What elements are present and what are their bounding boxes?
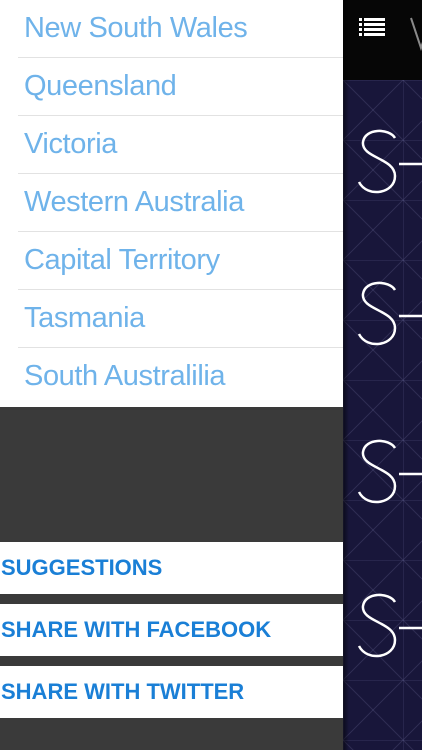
state-item-capital-territory[interactable]: Capital Territory — [18, 232, 343, 290]
header-bar — [343, 0, 422, 80]
s-icon[interactable] — [355, 584, 422, 674]
share-facebook-button[interactable]: SHARE WITH FACEBOOK — [0, 604, 343, 656]
state-item-new-south-wales[interactable]: New South Wales — [18, 0, 343, 58]
state-item-western-australia[interactable]: Western Australia — [18, 174, 343, 232]
app-title-logo — [410, 17, 422, 52]
drawer-shadow — [343, 0, 349, 750]
state-item-victoria[interactable]: Victoria — [18, 116, 343, 174]
s-icon[interactable] — [355, 272, 422, 362]
state-item-south-australia[interactable]: South Australilia — [18, 348, 343, 406]
s-icon[interactable] — [355, 120, 422, 210]
state-item-tasmania[interactable]: Tasmania — [18, 290, 343, 348]
app-screen: New South Wales Queensland Victoria West… — [0, 0, 422, 750]
list-menu-icon[interactable] — [359, 18, 385, 36]
suggestions-button[interactable]: SUGGESTIONS — [0, 542, 343, 594]
state-list: New South Wales Queensland Victoria West… — [0, 0, 343, 407]
s-icon[interactable] — [355, 430, 422, 520]
state-item-queensland[interactable]: Queensland — [18, 58, 343, 116]
share-twitter-button[interactable]: SHARE WITH TWITTER — [0, 666, 343, 718]
navigation-drawer: New South Wales Queensland Victoria West… — [0, 0, 343, 750]
main-content-panel[interactable] — [343, 0, 422, 750]
